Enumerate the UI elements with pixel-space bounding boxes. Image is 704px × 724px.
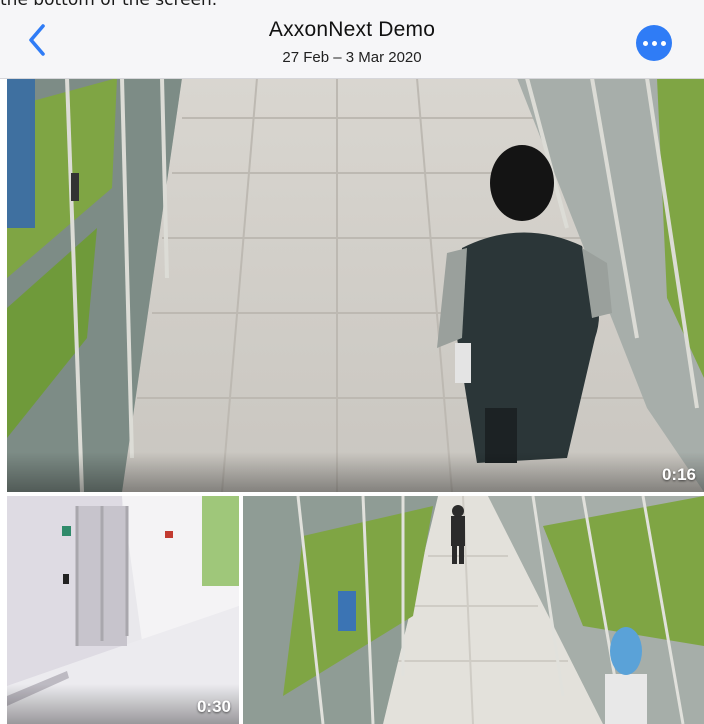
clip-1-shade xyxy=(7,452,704,492)
clip-3-thumbnail xyxy=(243,496,704,724)
video-clip-2[interactable]: 0:30 xyxy=(7,496,239,724)
ellipsis-icon-dot xyxy=(660,40,666,46)
ellipsis-icon xyxy=(642,40,648,46)
caption-fragment-overlay-text: the bottom of the screen. xyxy=(0,0,218,10)
clip-1-duration: 0:16 xyxy=(661,465,696,484)
more-options-button[interactable] xyxy=(636,25,672,61)
date-range: 27 Feb – 3 Mar 2020 xyxy=(282,49,422,66)
caption-fragment-overlay: the bottom of the screen. xyxy=(0,0,704,14)
clip-1-thumbnail xyxy=(7,78,704,492)
clip-2-duration: 0:30 xyxy=(196,697,231,716)
video-clip-1[interactable]: 0:16 xyxy=(7,78,704,492)
album-title: AxxonNext Demo xyxy=(268,18,436,41)
video-clip-3[interactable] xyxy=(243,496,704,724)
ellipsis-icon-dot xyxy=(651,40,657,46)
